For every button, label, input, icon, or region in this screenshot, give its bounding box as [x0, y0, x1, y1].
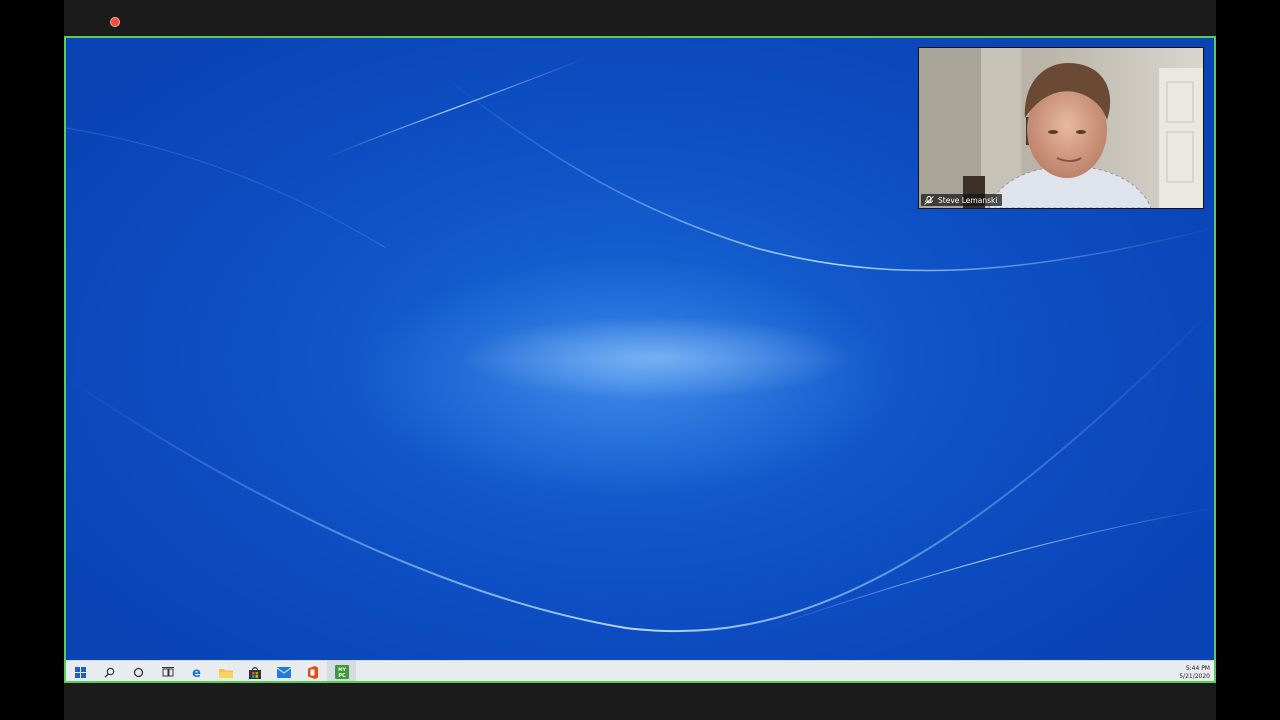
- meeting-app-window: e MY PC 5:44 PM 5/21/2020 Steve Lemanski: [0, 0, 1280, 720]
- cortana-button[interactable]: [124, 661, 153, 681]
- file-explorer-button[interactable]: [211, 661, 240, 681]
- start-button[interactable]: [66, 661, 95, 681]
- windows-taskbar: e MY PC 5:44 PM 5/21/2020: [66, 660, 1214, 681]
- search-button[interactable]: [95, 661, 124, 681]
- file-explorer-icon: [218, 668, 233, 678]
- task-view-button[interactable]: [153, 661, 182, 681]
- task-view-icon: [161, 667, 174, 677]
- mail-icon: [276, 667, 291, 678]
- office-button[interactable]: [298, 661, 327, 681]
- store-button[interactable]: [240, 661, 269, 681]
- edge-icon: e: [192, 666, 201, 679]
- mypc-icon-label-bottom: PC: [338, 673, 346, 679]
- mypc-button[interactable]: MY PC: [327, 661, 356, 681]
- windows-start-icon: [75, 667, 86, 678]
- clock-date: 5/21/2020: [1179, 672, 1210, 680]
- clock-time: 5:44 PM: [1185, 664, 1210, 672]
- svg-text:e: e: [192, 666, 201, 679]
- muted-mic-icon: [924, 195, 934, 205]
- participant-video-frame: [919, 48, 1203, 208]
- mypc-icon: MY PC: [334, 664, 349, 679]
- meeting-bottom-bar: [64, 683, 1216, 720]
- mail-button[interactable]: [269, 661, 298, 681]
- taskbar-clock[interactable]: 5:44 PM 5/21/2020: [1179, 665, 1210, 681]
- cortana-icon: [133, 667, 144, 678]
- edge-button[interactable]: e: [182, 661, 211, 681]
- office-icon: [307, 666, 318, 679]
- meeting-top-bar: [64, 0, 1216, 36]
- participant-name-label: Steve Lemanski: [921, 194, 1003, 206]
- participant-video-tile[interactable]: Steve Lemanski: [918, 47, 1204, 209]
- search-icon: [104, 667, 115, 678]
- participant-name: Steve Lemanski: [938, 195, 998, 205]
- store-icon: [248, 666, 261, 679]
- recording-dot-icon[interactable]: [110, 17, 120, 27]
